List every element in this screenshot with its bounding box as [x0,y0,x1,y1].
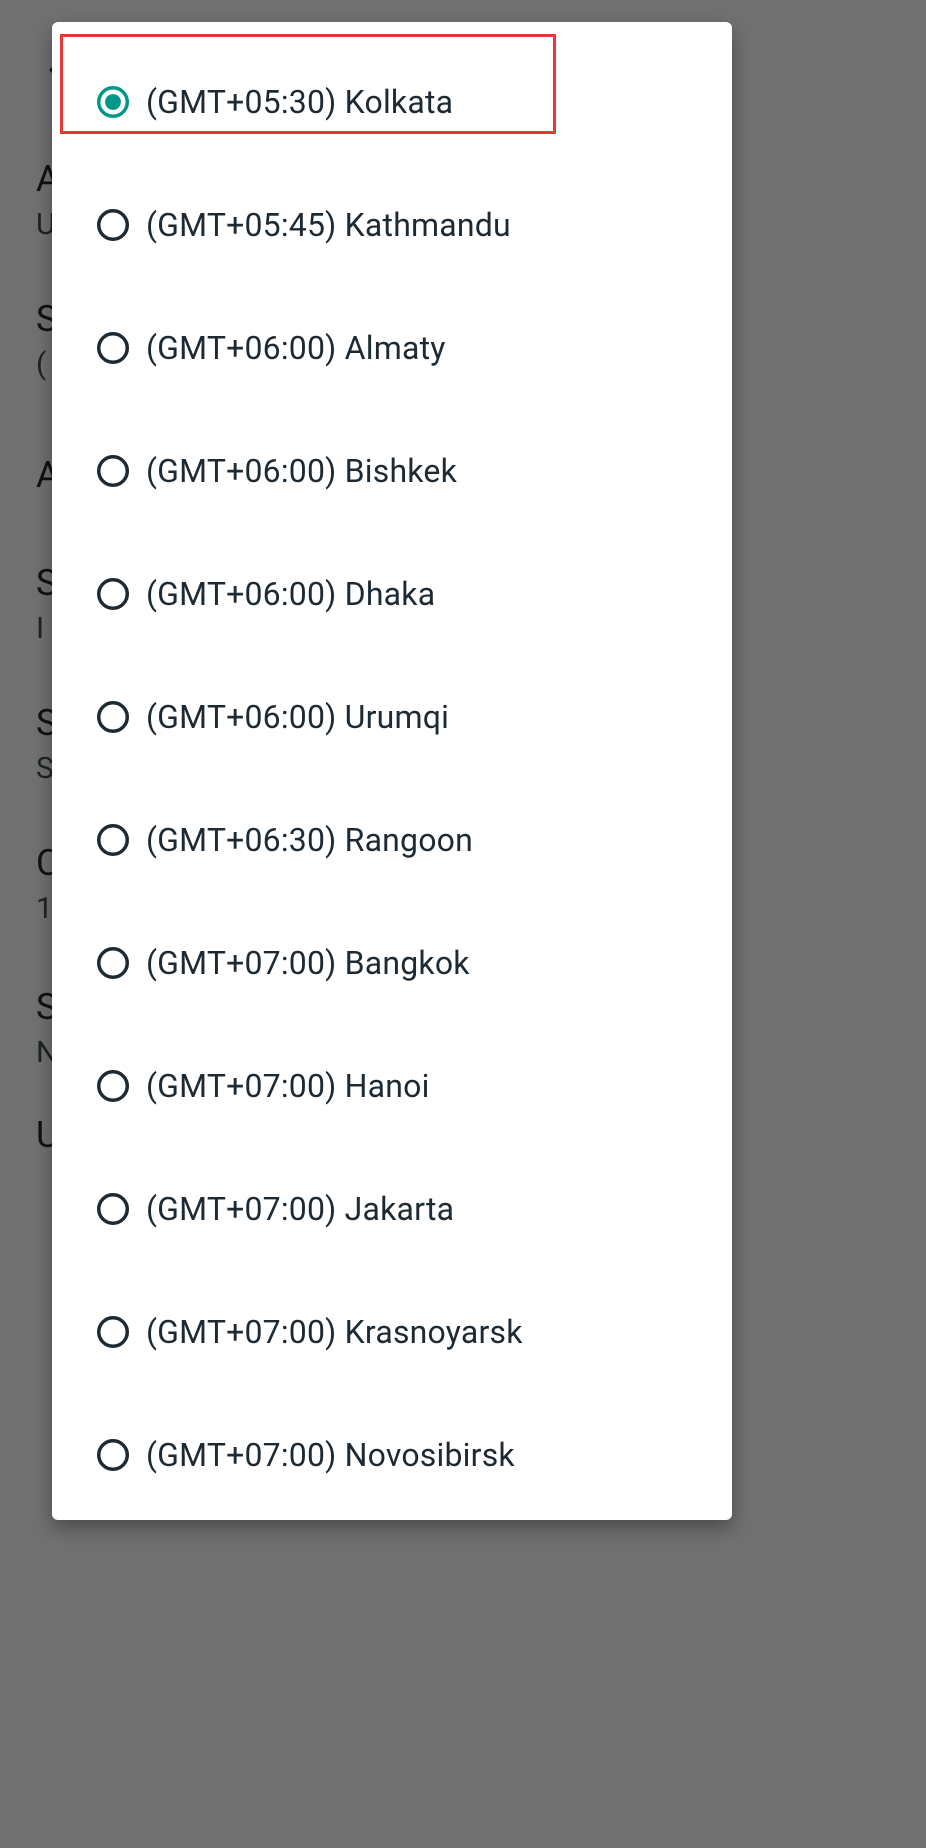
timezone-option-label: (GMT+05:30) Kolkata [146,83,453,121]
timezone-option-label: (GMT+06:00) Bishkek [146,452,457,490]
timezone-option[interactable]: (GMT+06:00) Urumqi [52,655,732,778]
timezone-option[interactable]: (GMT+07:00) Novosibirsk [52,1393,732,1516]
radio-checked-icon [94,83,132,121]
radio-unchecked-icon [94,1313,132,1351]
radio-unchecked-icon [94,1436,132,1474]
radio-unchecked-icon [94,1190,132,1228]
timezone-picker-dialog: (GMT+05:30) Kolkata (GMT+05:45) Kathmandu… [52,22,732,1520]
timezone-option[interactable]: (GMT+06:30) Rangoon [52,778,732,901]
timezone-option[interactable]: (GMT+07:00) Bangkok [52,901,732,1024]
timezone-option[interactable]: (GMT+06:00) Bishkek [52,409,732,532]
timezone-option-label: (GMT+07:00) Hanoi [146,1067,430,1105]
timezone-option[interactable]: (GMT+06:00) Dhaka [52,532,732,655]
timezone-option-label: (GMT+06:30) Rangoon [146,821,473,859]
radio-unchecked-icon [94,452,132,490]
timezone-option[interactable]: (GMT+07:00) Jakarta [52,1147,732,1270]
timezone-option[interactable]: (GMT+05:45) Kathmandu [52,163,732,286]
timezone-option-label: (GMT+07:00) Krasnoyarsk [146,1313,523,1351]
timezone-option[interactable]: (GMT+06:00) Almaty [52,286,732,409]
timezone-option[interactable]: (GMT+07:00) Krasnoyarsk [52,1270,732,1393]
timezone-option-label: (GMT+06:00) Urumqi [146,698,449,736]
timezone-option-label: (GMT+07:00) Novosibirsk [146,1436,515,1474]
radio-unchecked-icon [94,821,132,859]
screen: A U S ( A S I S S C 1 S N U (GMT+05:30) … [0,0,926,1848]
timezone-option-label: (GMT+07:00) Jakarta [146,1190,454,1228]
timezone-option-list[interactable]: (GMT+05:30) Kolkata (GMT+05:45) Kathmandu… [52,22,732,1520]
timezone-option-label: (GMT+06:00) Almaty [146,329,446,367]
radio-unchecked-icon [94,944,132,982]
timezone-option-label: (GMT+05:45) Kathmandu [146,206,511,244]
radio-unchecked-icon [94,329,132,367]
timezone-option[interactable]: (GMT+07:00) Hanoi [52,1024,732,1147]
radio-unchecked-icon [94,575,132,613]
radio-unchecked-icon [94,206,132,244]
timezone-option-label: (GMT+06:00) Dhaka [146,575,435,613]
timezone-option[interactable]: (GMT+05:30) Kolkata [52,40,732,163]
radio-unchecked-icon [94,698,132,736]
timezone-option-label: (GMT+07:00) Bangkok [146,944,470,982]
radio-unchecked-icon [94,1067,132,1105]
